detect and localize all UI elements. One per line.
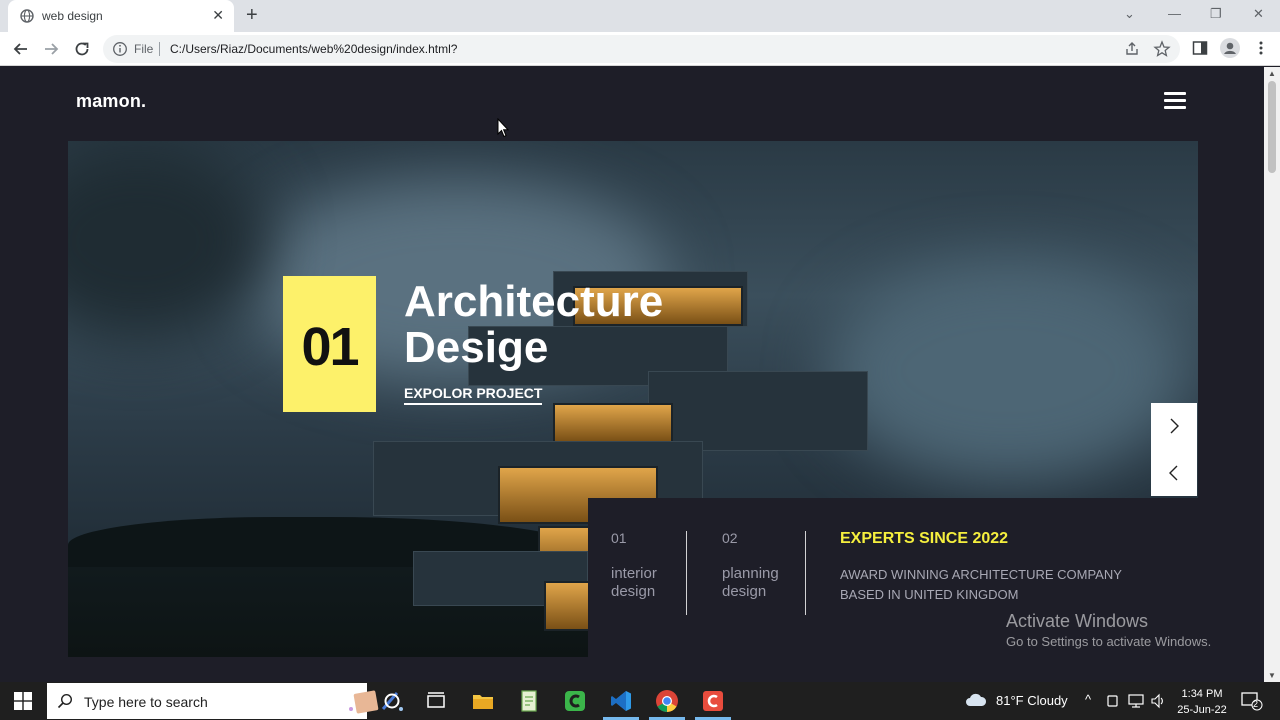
browser-toolbar: File C:/Users/Riaz/Documents/web%20desig… [0,32,1280,66]
menu-hamburger-icon[interactable] [1164,92,1186,110]
profile-avatar-icon[interactable] [1220,38,1240,58]
clock-date: 25-Jun-22 [1177,704,1227,716]
feature-label: planning design [722,565,812,601]
feature-label-line: design [722,583,767,600]
more-menu-icon[interactable] [1252,39,1270,57]
system-clock[interactable]: 1:34 PM 25-Jun-22 [1176,686,1228,718]
web-page: mamon. 01 Architecture Desige EXPOLOR PR… [0,67,1264,682]
next-slide-chevron-right-icon[interactable] [1151,403,1197,449]
taskbar-search-box[interactable]: Type here to search [47,683,403,719]
notification-count: 2 [1253,699,1259,709]
building-window [553,403,673,443]
search-placeholder: Type here to search [84,694,208,710]
tab-close-icon[interactable]: ✕ [212,7,224,24]
feature-label-line: planning [722,565,779,582]
tab-title: web design [42,9,103,23]
volume-icon[interactable] [1150,693,1166,709]
windows-start-icon[interactable] [14,692,32,710]
activate-windows-title: Activate Windows [1006,611,1149,631]
url-text[interactable]: C:/Users/Riaz/Documents/web%20design/ind… [170,42,457,56]
experts-heading: EXPERTS SINCE 2022 [840,530,1009,547]
divider [805,531,806,615]
clock-time: 1:34 PM [1181,688,1223,700]
back-icon[interactable] [11,39,31,59]
chevron-up-icon[interactable]: ^ [1085,692,1091,707]
side-panel-icon[interactable] [1191,39,1209,57]
address-bar[interactable]: File C:/Users/Riaz/Documents/web%20desig… [103,35,1180,63]
prev-slide-chevron-left-icon[interactable] [1151,450,1197,496]
explore-project-link[interactable]: EXPOLOR PROJECT [404,385,543,405]
building-block [648,371,868,451]
globe-icon [20,9,34,23]
scroll-down-arrow-icon[interactable]: ▼ [1268,671,1276,680]
scroll-up-arrow-icon[interactable]: ▲ [1268,69,1276,78]
windows-taskbar: Type here to search 81°F Cloudy ^ 1:34 P… [0,682,1280,720]
mouse-cursor-icon [497,118,509,138]
slide-title-line2: Desige [404,323,549,372]
slider-controls [1151,403,1197,496]
meet-now-icon[interactable] [1107,693,1121,709]
notifications-icon[interactable] [1241,691,1263,711]
feature-label: interior design [611,565,701,601]
search-icon [57,693,73,709]
browser-tab[interactable]: web design ✕ [8,0,234,32]
chrome-icon[interactable] [654,688,680,714]
new-tab-button[interactable]: + [246,4,258,27]
camtasia-recorder-icon[interactable] [700,688,726,714]
camtasia-icon[interactable] [562,688,588,714]
award-text-line: AWARD WINNING ARCHITECTURE COMPANY [840,567,1122,582]
activate-windows-subtitle: Go to Settings to activate Windows. [1006,634,1212,649]
bookmark-star-icon[interactable] [1153,40,1171,58]
sky-cloud [828,261,1188,481]
award-text-line: BASED IN UNITED KINGDOM [840,587,1019,602]
restore-button[interactable]: ❐ [1210,6,1222,22]
info-icon[interactable] [112,41,128,57]
sky-cloud [68,141,268,341]
notepad-plus-plus-icon[interactable] [516,688,542,714]
slide-title: Architecture Desige [404,279,663,371]
network-icon[interactable] [1128,693,1144,709]
weather-text[interactable]: 81°F Cloudy [996,693,1068,708]
award-text: AWARD WINNING ARCHITECTURE COMPANY BASED… [840,565,1170,605]
url-scheme-label: File [134,42,154,56]
slide-number-box: 01 [283,276,376,412]
site-logo[interactable]: mamon. [76,91,146,112]
slide-title-line1: Architecture [404,277,664,326]
slide-number: 01 [301,317,359,377]
cloudy-weather-icon [966,693,987,706]
forward-icon[interactable] [41,39,61,59]
tab-search-icon[interactable]: ⌄ [1124,6,1135,22]
reload-icon[interactable] [72,39,92,59]
cortana-icon[interactable] [379,688,405,714]
file-explorer-icon[interactable] [470,688,496,714]
share-icon[interactable] [1123,40,1141,58]
browser-tab-bar: web design ✕ + ⌄ — ❐ ✕ [0,0,1280,32]
omnibox-divider [159,42,160,56]
feature-label-line: interior [611,565,657,582]
minimize-button[interactable]: — [1168,6,1181,21]
close-window-button[interactable]: ✕ [1253,6,1264,22]
divider [686,531,687,615]
info-panel: 01 interior design 02 planning design EX… [588,498,1264,682]
feature-label-line: design [611,583,656,600]
page-scrollbar[interactable]: ▲ ▼ [1264,67,1280,682]
feature-number: 02 [722,530,738,546]
feature-number: 01 [611,530,627,546]
scroll-thumb[interactable] [1268,81,1276,173]
task-view-icon[interactable] [423,688,449,714]
vscode-icon[interactable] [608,688,634,714]
